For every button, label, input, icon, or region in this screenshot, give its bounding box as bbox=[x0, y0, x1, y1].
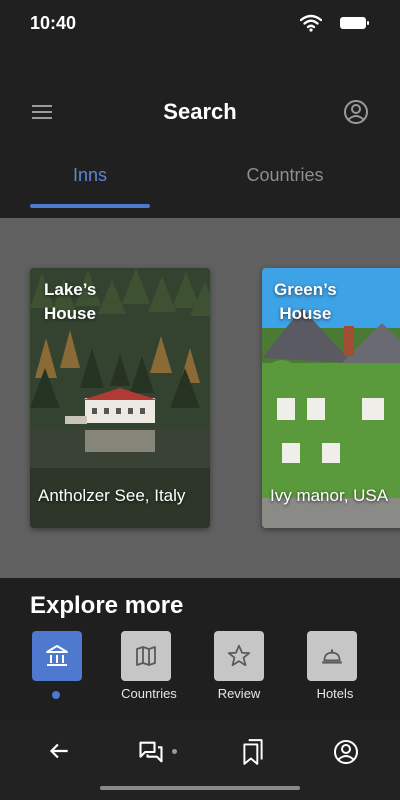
explore-title: Explore more bbox=[30, 592, 184, 619]
home-indicator[interactable] bbox=[100, 786, 300, 790]
chat-icon[interactable] bbox=[137, 738, 165, 771]
room-service-icon bbox=[322, 649, 342, 664]
map-icon bbox=[136, 646, 156, 666]
inn-card[interactable]: Lake’s House Antholzer See, Italy bbox=[30, 268, 210, 528]
account-icon[interactable] bbox=[332, 738, 360, 771]
inn-card[interactable]: Green’s House Ivy manor, USA bbox=[262, 268, 400, 528]
explore-hotels-button[interactable] bbox=[307, 631, 357, 681]
explore-section: Explore more Countries Review Hotels bbox=[0, 578, 400, 720]
status-bar: 10:40 bbox=[0, 0, 400, 48]
card-location: Antholzer See, Italy bbox=[38, 486, 186, 505]
tab-bar: Inns Countries bbox=[0, 150, 400, 210]
inn-carousel[interactable]: Lake’s House Antholzer See, Italy Green’… bbox=[0, 218, 400, 578]
tab-indicator bbox=[30, 204, 150, 208]
tab-inns[interactable]: Inns bbox=[5, 150, 175, 205]
app-bar: Search bbox=[0, 84, 400, 140]
explore-countries-label: Countries bbox=[121, 686, 177, 701]
star-icon bbox=[227, 644, 251, 667]
bookmarks-icon[interactable] bbox=[240, 738, 266, 771]
back-arrow-icon[interactable] bbox=[46, 738, 72, 769]
card-location: Ivy manor, USA bbox=[270, 486, 389, 505]
battery-icon bbox=[340, 17, 369, 29]
explore-review-label: Review bbox=[217, 686, 261, 701]
status-time: 10:40 bbox=[30, 13, 77, 33]
page-title: Search bbox=[163, 99, 237, 124]
selected-dot bbox=[52, 691, 60, 699]
explore-inns-button[interactable] bbox=[32, 631, 82, 681]
explore-hotels-label: Hotels bbox=[316, 686, 354, 701]
bank-icon bbox=[46, 645, 68, 666]
chat-badge-dot bbox=[172, 749, 177, 754]
account-icon[interactable] bbox=[342, 98, 370, 131]
bottom-nav bbox=[0, 720, 400, 800]
explore-countries-button[interactable] bbox=[121, 631, 171, 681]
card-title: Green’s House bbox=[274, 280, 337, 323]
explore-review-button[interactable] bbox=[214, 631, 264, 681]
tab-countries[interactable]: Countries bbox=[200, 150, 370, 205]
card-title: Lake’s House bbox=[44, 280, 97, 323]
wifi-icon bbox=[299, 14, 323, 37]
